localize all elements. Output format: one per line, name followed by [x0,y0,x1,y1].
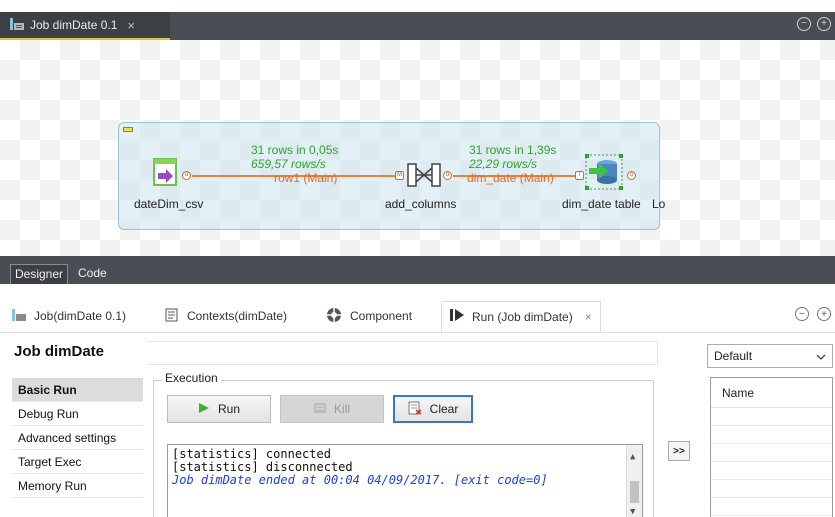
run-button[interactable]: Run [167,395,271,423]
chevron-down-icon[interactable]: ▼ [630,506,635,517]
designer-code-bar: Designer Code [0,256,835,284]
maximize-icon[interactable]: + [817,17,831,31]
flow-rows-stat: 31 rows in 0,05s [251,143,339,157]
component-icon [326,307,342,326]
output-port[interactable]: o [627,171,636,180]
component-add-columns[interactable] [406,160,442,193]
file-input-icon [153,158,177,186]
console-scrollbar[interactable]: ▲ ▼ [626,445,642,517]
output-port[interactable]: o [443,171,452,180]
panel-window-controls: − + [795,307,831,321]
tab-designer[interactable]: Designer [10,264,69,284]
console-line-status: Job dimDate ended at 00:04 04/09/2017. [… [172,473,548,487]
run-mode-nav: Basic Run Debug Run Advanced settings Ta… [12,378,143,498]
nav-item-memory-run[interactable]: Memory Run [12,474,143,498]
context-variables-table: Name [710,377,833,517]
component-label: add_columns [385,197,457,211]
context-select[interactable]: Default [707,344,833,368]
tab-label: Component [350,309,413,323]
tab-job-properties[interactable]: Job(dimDate 0.1) [12,303,126,329]
editor-window-controls: − + [797,17,831,31]
editor-tab-bar: Job dimDate 0.1 × − + [0,12,835,40]
subjob-collapse-toggle[interactable] [123,127,133,132]
output-port[interactable]: o [182,171,191,180]
input-port[interactable]: M [395,171,404,180]
flow-rows-stat: 31 rows in 1,39s [469,143,557,157]
minimize-icon[interactable]: − [795,307,809,321]
component-label: dim_date table [562,197,641,211]
move-to-context-button[interactable]: >> [668,441,690,461]
clear-icon [408,401,422,418]
tab-contexts[interactable]: Contexts(dimDate) [165,303,287,329]
tab-label: Job(dimDate 0.1) [34,309,127,323]
table-row[interactable] [711,408,832,426]
tab-label: Run (Job dimDate) [472,309,573,324]
flow-label: dim_date (Main) [467,171,554,185]
editor-tab-label: Job dimDate 0.1 [30,18,118,32]
table-row[interactable] [711,444,832,462]
table-row[interactable] [711,480,832,498]
maximize-icon[interactable]: + [817,307,831,321]
contexts-icon [165,308,179,325]
chevron-down-icon [816,349,826,363]
scroll-thumb[interactable] [630,481,639,503]
job-icon [12,308,26,324]
kill-button[interactable]: Kill [280,395,384,423]
tab-run-job[interactable]: Run (Job dimDate) × [441,301,601,332]
flow-rate-stat: 22,29 rows/s [469,157,538,171]
column-header-name[interactable]: Name [711,378,832,408]
close-icon[interactable]: × [127,18,135,33]
page-title: Job dimDate [14,343,105,360]
table-row[interactable] [711,498,832,516]
kill-icon [313,402,326,416]
title-divider [148,341,658,365]
nav-item-advanced-settings[interactable]: Advanced settings [12,426,143,450]
bottom-panel-tabs: Job(dimDate 0.1) Contexts(dimDate) Compo… [0,297,835,333]
table-row[interactable] [711,426,832,444]
tmap-icon [407,163,441,187]
nav-item-target-exec[interactable]: Target Exec [12,450,143,474]
run-button-label: Run [217,402,240,416]
kill-button-label: Kill [333,402,350,416]
component-label-truncated: Lo [652,197,666,211]
flow-label: row1 (Main) [274,171,338,185]
component-dim-date-table[interactable] [585,154,625,193]
run-icon [450,309,464,324]
tab-code[interactable]: Code [74,264,111,284]
chevron-up-icon[interactable]: ▲ [630,451,635,464]
tab-component[interactable]: Component [326,303,412,329]
console-output[interactable]: [statistics] connected [statistics] disc… [167,444,643,517]
context-select-value: Default [714,349,753,363]
play-icon [198,402,210,417]
component-datedim-csv[interactable] [153,158,179,189]
execution-label: Execution [162,371,221,385]
database-output-icon [585,154,623,190]
flow-rate-stat: 659,57 rows/s [251,157,326,171]
input-port[interactable]: I [575,171,584,180]
job-designer-canvas[interactable]: o dateDim_csv 31 rows in 0,05s 659,57 ro… [0,40,835,256]
minimize-icon[interactable]: − [797,17,811,31]
table-row[interactable] [711,462,832,480]
editor-tab-job-dimdate[interactable]: Job dimDate 0.1 × [0,12,170,40]
nav-item-basic-run[interactable]: Basic Run [12,378,143,402]
component-label: dateDim_csv [134,197,204,211]
nav-item-debug-run[interactable]: Debug Run [12,402,143,426]
clear-button[interactable]: Clear [393,395,473,423]
tab-label: Contexts(dimDate) [187,309,288,323]
clear-button-label: Clear [429,402,459,416]
job-icon [10,17,24,33]
close-icon[interactable]: × [585,310,592,324]
